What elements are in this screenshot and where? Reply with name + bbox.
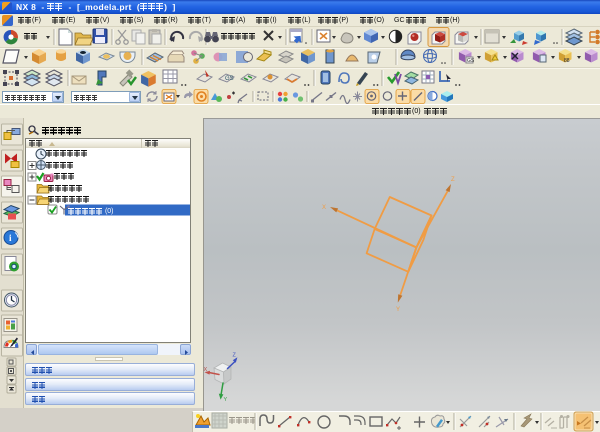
svg-text:GS: GS — [467, 58, 475, 64]
svg-text:X: X — [322, 205, 326, 211]
svg-text:Y: Y — [224, 397, 228, 403]
svg-text:Z: Z — [451, 177, 455, 183]
svg-text:X: X — [204, 367, 208, 373]
svg-text:Y: Y — [396, 307, 400, 313]
svg-text:Z: Z — [233, 353, 237, 359]
svg-text:88: 88 — [564, 58, 570, 64]
svg-text:GS: GS — [225, 76, 234, 82]
